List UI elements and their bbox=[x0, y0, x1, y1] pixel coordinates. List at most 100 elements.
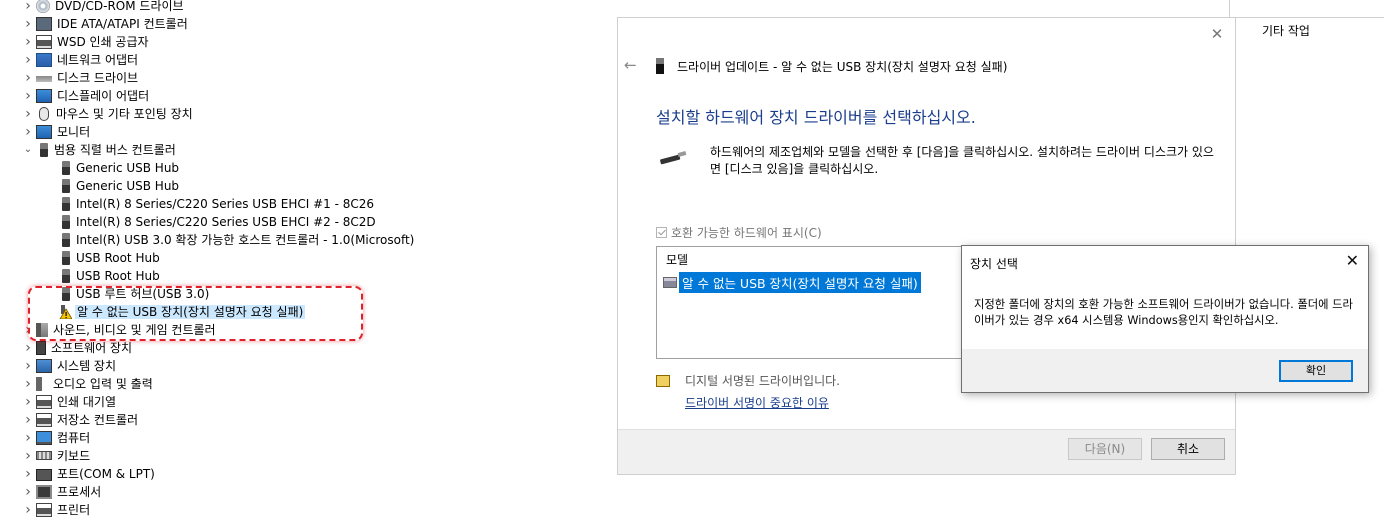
disk-drive-icon bbox=[36, 71, 52, 85]
chevron-right-icon[interactable]: › bbox=[22, 15, 34, 33]
wizard-heading: 설치할 하드웨어 장치 드라이버를 선택하십시오. bbox=[656, 108, 976, 127]
tree-category[interactable]: › 모니터 bbox=[0, 123, 600, 141]
system-device-icon bbox=[36, 359, 52, 373]
dialog-title: 장치 선택 bbox=[970, 257, 1018, 271]
model-header: 모델 bbox=[666, 253, 689, 267]
next-button[interactable]: 다음(N) bbox=[1068, 438, 1142, 460]
actions-label: 기타 작업 bbox=[1262, 24, 1310, 38]
checkbox-icon bbox=[656, 227, 667, 238]
tree-category[interactable]: › 컴퓨터 bbox=[0, 429, 600, 447]
network-adapter-icon bbox=[36, 53, 52, 67]
dvd-icon bbox=[36, 0, 50, 13]
tree-item-label: Intel(R) 8 Series/C220 Series USB EHCI #… bbox=[76, 197, 375, 211]
dialog-message: 지정한 폴더에 장치의 호환 가능한 소프트웨어 드라이버가 없습니다. 폴더에… bbox=[974, 298, 1353, 327]
chevron-right-icon[interactable]: › bbox=[22, 339, 34, 357]
chevron-right-icon[interactable]: › bbox=[22, 51, 34, 69]
tree-category[interactable]: › 저장소 컨트롤러 bbox=[0, 411, 600, 429]
close-icon[interactable]: ✕ bbox=[1207, 24, 1227, 44]
tree-category[interactable]: › 키보드 bbox=[0, 447, 600, 465]
annotation-highlight bbox=[28, 286, 363, 341]
wizard-description: 하드웨어의 제조업체와 모델을 선택한 후 [다음]을 클릭하십시오. 설치하려… bbox=[710, 145, 1214, 176]
compatible-hardware-checkbox[interactable]: 호환 가능한 하드웨어 표시(C) bbox=[656, 224, 822, 241]
chevron-right-icon[interactable]: › bbox=[22, 465, 34, 483]
chevron-right-icon[interactable]: › bbox=[22, 33, 34, 51]
tree-item-label: 저장소 컨트롤러 bbox=[57, 413, 139, 427]
tree-category[interactable]: › 포트(COM & LPT) bbox=[0, 465, 600, 483]
chevron-right-icon[interactable]: › bbox=[22, 69, 34, 87]
tree-device[interactable]: USB Root Hub bbox=[0, 249, 600, 267]
tree-item-label: Intel(R) USB 3.0 확장 가능한 호스트 컨트롤러 - 1.0(M… bbox=[76, 233, 415, 247]
tree-item-label: 오디오 입력 및 출력 bbox=[53, 377, 153, 391]
mouse-icon bbox=[39, 107, 49, 121]
back-arrow-icon[interactable]: ← bbox=[624, 56, 637, 74]
tree-category[interactable]: › 소프트웨어 장치 bbox=[0, 339, 600, 357]
model-item-label: 알 수 없는 USB 장치(장치 설명자 요청 실패) bbox=[679, 272, 921, 293]
chevron-down-icon[interactable]: ⌄ bbox=[22, 141, 34, 159]
tree-device[interactable]: USB Root Hub bbox=[0, 267, 600, 285]
chevron-right-icon[interactable]: › bbox=[22, 447, 34, 465]
cancel-button[interactable]: 취소 bbox=[1151, 438, 1225, 460]
printer-icon bbox=[36, 503, 52, 517]
usb-cable-icon bbox=[660, 151, 687, 165]
usb-icon bbox=[62, 179, 70, 193]
tree-category[interactable]: › 인쇄 대기열 bbox=[0, 393, 600, 411]
usb-icon bbox=[62, 233, 70, 247]
ok-button[interactable]: 확인 bbox=[1279, 360, 1353, 382]
usb-icon bbox=[62, 251, 70, 265]
usb-icon bbox=[62, 269, 70, 283]
driver-signing-link[interactable]: 드라이버 서명이 중요한 이유 bbox=[685, 394, 829, 411]
usb-icon bbox=[62, 197, 70, 211]
close-icon[interactable]: ✕ bbox=[1346, 251, 1359, 270]
ide-controller-icon bbox=[36, 17, 52, 31]
speaker-icon bbox=[36, 377, 48, 391]
storage-controller-icon bbox=[36, 413, 52, 427]
processor-icon bbox=[36, 485, 52, 499]
tree-category[interactable]: › 프린터 bbox=[0, 501, 600, 519]
tree-item-label: 포트(COM & LPT) bbox=[57, 467, 155, 481]
tree-category[interactable]: › WSD 인쇄 공급자 bbox=[0, 33, 600, 51]
software-device-icon bbox=[36, 341, 46, 355]
chevron-right-icon[interactable]: › bbox=[22, 105, 34, 123]
tree-item-label: IDE ATA/ATAPI 컨트롤러 bbox=[57, 17, 188, 31]
tree-device[interactable]: Intel(R) 8 Series/C220 Series USB EHCI #… bbox=[0, 195, 600, 213]
device-tree[interactable]: › DVD/CD-ROM 드라이브 › IDE ATA/ATAPI 컨트롤러 › WSD … bbox=[0, 0, 600, 519]
tree-item-label: 컴퓨터 bbox=[57, 431, 91, 445]
tree-item-label: 인쇄 대기열 bbox=[57, 395, 117, 409]
chevron-right-icon[interactable]: › bbox=[22, 375, 34, 393]
tree-category[interactable]: › 디스크 드라이브 bbox=[0, 69, 600, 87]
chevron-right-icon[interactable]: › bbox=[22, 87, 34, 105]
chevron-right-icon[interactable]: › bbox=[22, 393, 34, 411]
chevron-right-icon[interactable]: › bbox=[22, 429, 34, 447]
tree-category[interactable]: ⌄ 범용 직렬 버스 컨트롤러 bbox=[0, 141, 600, 159]
tree-category[interactable]: › DVD/CD-ROM 드라이브 bbox=[0, 0, 600, 15]
tree-category[interactable]: › 마우스 및 기타 포인팅 장치 bbox=[0, 105, 600, 123]
tree-item-label: 범용 직렬 버스 컨트롤러 bbox=[54, 143, 176, 157]
usb-icon bbox=[656, 58, 664, 74]
model-list-item[interactable]: 알 수 없는 USB 장치(장치 설명자 요청 실패) bbox=[663, 272, 921, 293]
printer-icon bbox=[36, 35, 52, 49]
chevron-right-icon[interactable]: › bbox=[22, 0, 34, 15]
tree-item-label: 프린터 bbox=[57, 503, 91, 517]
tree-item-label: USB Root Hub bbox=[76, 251, 160, 265]
dialog-footer: 확인 bbox=[962, 349, 1368, 392]
tree-device[interactable]: Intel(R) USB 3.0 확장 가능한 호스트 컨트롤러 - 1.0(M… bbox=[0, 231, 600, 249]
tree-category[interactable]: › 디스플레이 어댑터 bbox=[0, 87, 600, 105]
tree-device[interactable]: Generic USB Hub bbox=[0, 159, 600, 177]
chevron-right-icon[interactable]: › bbox=[22, 123, 34, 141]
chevron-right-icon[interactable]: › bbox=[22, 501, 34, 519]
chevron-right-icon[interactable]: › bbox=[22, 357, 34, 375]
tree-category[interactable]: › 시스템 장치 bbox=[0, 357, 600, 375]
tree-device[interactable]: Intel(R) 8 Series/C220 Series USB EHCI #… bbox=[0, 213, 600, 231]
certificate-icon bbox=[656, 375, 670, 387]
wizard-footer: 다음(N) 취소 bbox=[618, 429, 1235, 474]
tree-device[interactable]: Generic USB Hub bbox=[0, 177, 600, 195]
chevron-right-icon[interactable]: › bbox=[22, 483, 34, 501]
tree-category[interactable]: › 프로세서 bbox=[0, 483, 600, 501]
tree-category[interactable]: › IDE ATA/ATAPI 컨트롤러 bbox=[0, 15, 600, 33]
tree-item-label: 디스플레이 어댑터 bbox=[57, 89, 150, 103]
tree-category[interactable]: › 네트워크 어댑터 bbox=[0, 51, 600, 69]
chevron-right-icon[interactable]: › bbox=[22, 411, 34, 429]
compatible-hardware-label: 호환 가능한 하드웨어 표시(C) bbox=[671, 226, 822, 240]
tree-category[interactable]: › 오디오 입력 및 출력 bbox=[0, 375, 600, 393]
tree-item-label: 네트워크 어댑터 bbox=[57, 53, 139, 67]
